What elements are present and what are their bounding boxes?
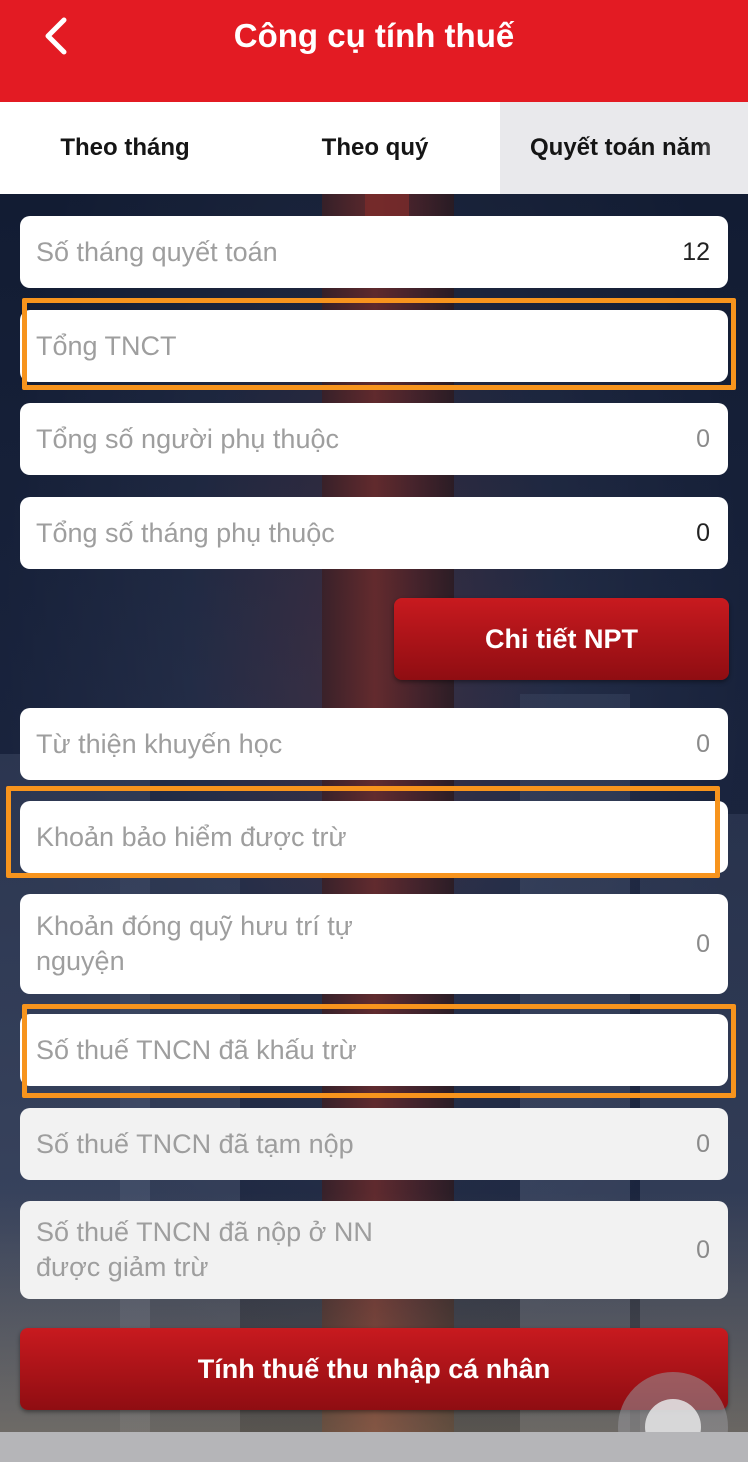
total-dependents-field[interactable]: Tổng số người phụ thuộc 0 — [20, 403, 728, 475]
tax-prepaid-field[interactable]: Số thuế TNCN đã tạm nộp 0 — [20, 1108, 728, 1180]
app-header: Công cụ tính thuế — [0, 0, 748, 102]
page-title: Công cụ tính thuế — [233, 17, 515, 54]
field-value: 0 — [696, 929, 710, 958]
settlement-months-field[interactable]: Số tháng quyết toán 12 — [20, 216, 728, 288]
tax-withheld-field[interactable]: Số thuế TNCN đã khấu trừ — [20, 1014, 728, 1086]
field-label: Tổng số người phụ thuộc — [36, 423, 339, 454]
field-label: Số thuế TNCN đã nộp ở NN được giảm trừ — [36, 1217, 373, 1282]
field-value: 0 — [696, 424, 710, 453]
foreign-tax-credit-field[interactable]: Số thuế TNCN đã nộp ở NN được giảm trừ 0 — [20, 1201, 728, 1299]
dependents-detail-button[interactable]: Chi tiết NPT — [394, 598, 729, 680]
field-label: Số tháng quyết toán — [36, 236, 278, 267]
charity-field[interactable]: Từ thiện khuyến học 0 — [20, 708, 728, 780]
field-value: 0 — [696, 1129, 710, 1158]
period-tabs: Theo tháng Theo quý Quyết toán năm — [0, 102, 748, 194]
total-taxable-income-field[interactable]: Tổng TNCT — [20, 310, 728, 382]
field-label: Khoản đóng quỹ hưu trí tự nguyện — [36, 911, 353, 976]
field-value: 0 — [696, 1235, 710, 1264]
form-area: Số tháng quyết toán 12 Tổng TNCT Tổng số… — [0, 194, 748, 1432]
field-label: Tổng số tháng phụ thuộc — [36, 517, 335, 548]
field-label: Số thuế TNCN đã khấu trừ — [36, 1034, 357, 1065]
voluntary-pension-field[interactable]: Khoản đóng quỹ hưu trí tự nguyện 0 — [20, 894, 728, 994]
dependent-months-field[interactable]: Tổng số tháng phụ thuộc 0 — [20, 497, 728, 569]
calculate-tax-button[interactable]: Tính thuế thu nhập cá nhân — [20, 1328, 728, 1410]
tab-annual-settlement[interactable]: Quyết toán năm — [500, 102, 748, 194]
field-label: Từ thiện khuyến học — [36, 728, 283, 759]
insurance-deduction-field[interactable]: Khoản bảo hiểm được trừ — [20, 801, 728, 873]
field-value: 12 — [682, 237, 710, 266]
tab-quarterly[interactable]: Theo quý — [250, 102, 500, 194]
field-label: Khoản bảo hiểm được trừ — [36, 821, 347, 852]
field-value: 0 — [696, 518, 710, 547]
field-label: Tổng TNCT — [36, 330, 177, 361]
field-value: 0 — [696, 729, 710, 758]
tab-monthly[interactable]: Theo tháng — [0, 102, 250, 194]
bottom-bar — [0, 1432, 748, 1462]
field-label: Số thuế TNCN đã tạm nộp — [36, 1128, 354, 1159]
assistive-touch-icon — [645, 1399, 701, 1432]
